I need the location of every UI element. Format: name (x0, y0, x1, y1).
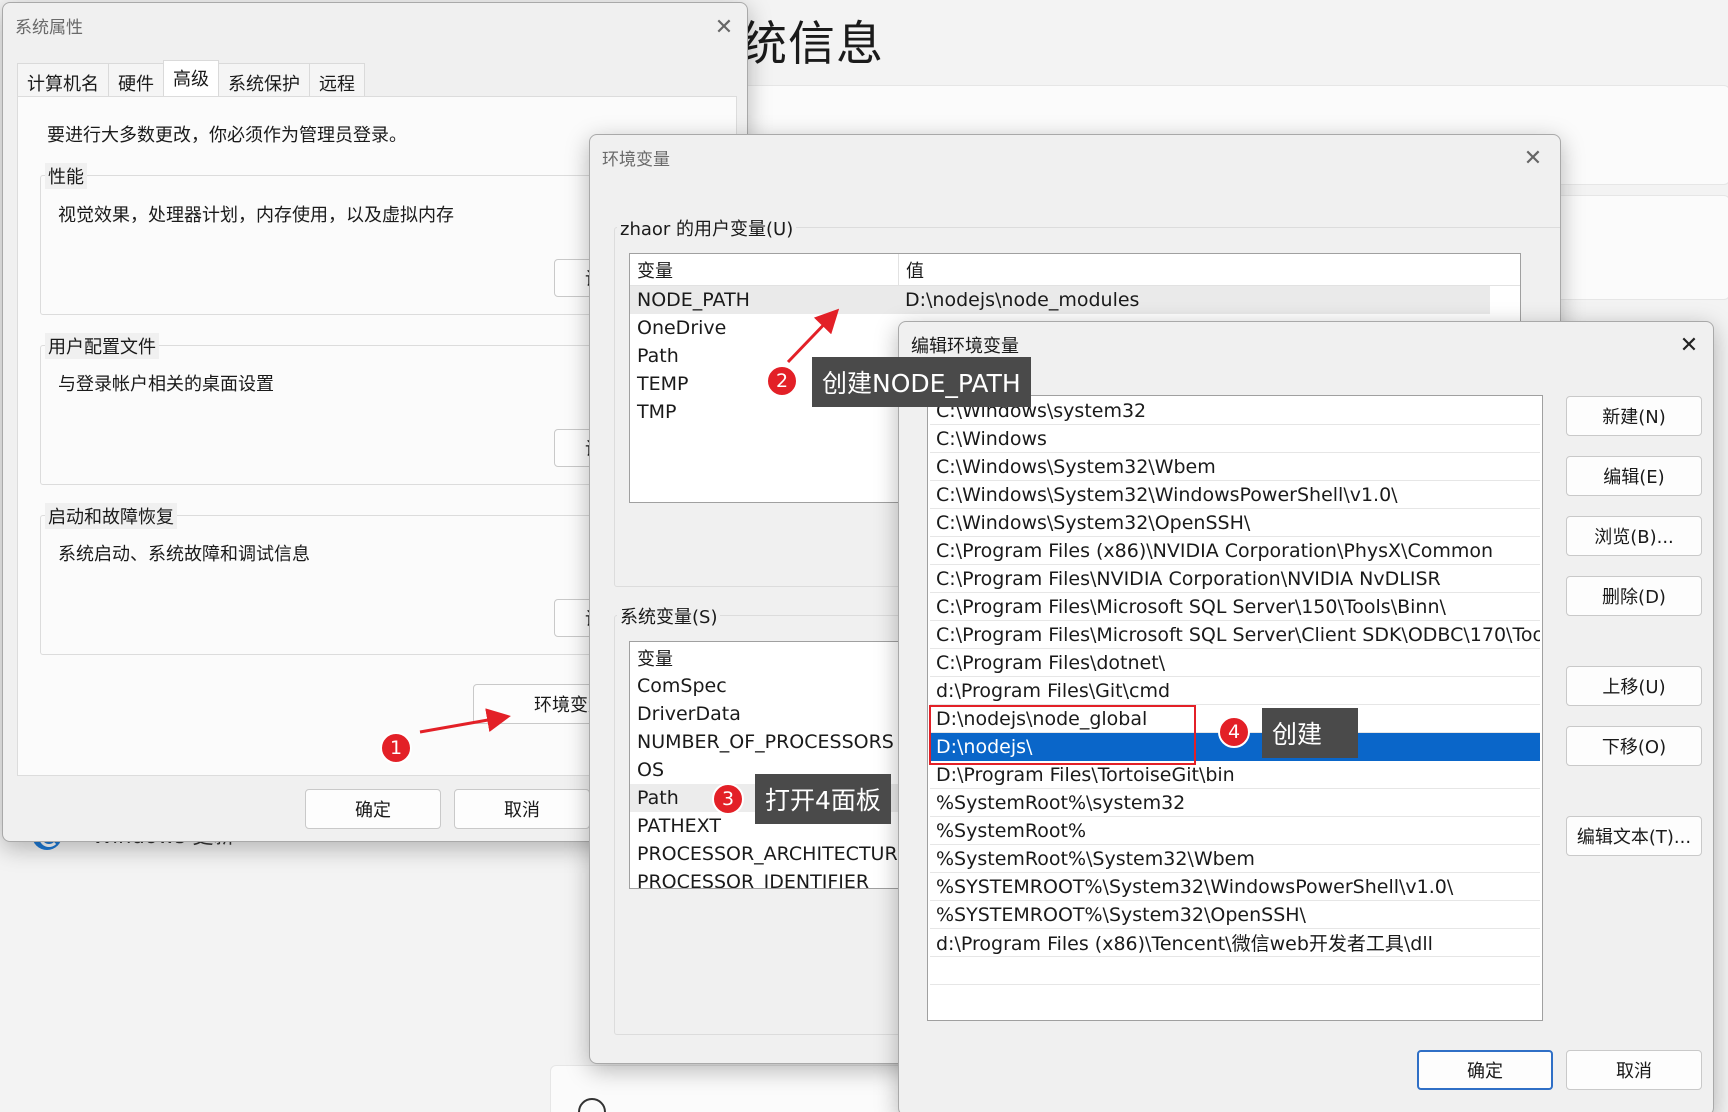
annotation-badge-1: 1 (380, 732, 412, 764)
cancel-button[interactable]: 取消 (454, 789, 590, 829)
table-row[interactable]: NUMBER_OF_PROCESSORS (630, 728, 894, 756)
list-item[interactable]: %SYSTEMROOT%\System32\OpenSSH\ (930, 901, 1540, 929)
var-value: D:\nodejs\node_modules (905, 289, 1140, 311)
list-item[interactable]: D:\Program Files\TortoiseGit\bin (930, 761, 1540, 789)
table-row[interactable]: PROCESSOR_ARCHITECTURE (630, 840, 910, 868)
annotation-label-4: 创建 (1262, 708, 1358, 758)
list-item[interactable]: C:\Program Files\Microsoft SQL Server\Cl… (930, 621, 1540, 649)
var-name: DriverData (637, 703, 741, 725)
edit-button[interactable]: 编辑(E) (1566, 456, 1702, 496)
dialog-title: 编辑环境变量 (911, 336, 1019, 357)
list-item-empty[interactable] (930, 957, 1540, 985)
close-button[interactable]: ✕ (1518, 143, 1548, 173)
table-row[interactable]: OneDrive (630, 314, 898, 342)
cancel-button[interactable]: 取消 (1566, 1050, 1702, 1090)
delete-button[interactable]: 删除(D) (1566, 576, 1702, 616)
tab-computer-name[interactable]: 计算机名 (17, 63, 109, 97)
group-label: 性能 (45, 163, 87, 189)
tab-advanced[interactable]: 高级 (163, 60, 219, 97)
list-item[interactable]: C:\Windows\System32\WindowsPowerShell\v1… (930, 481, 1540, 509)
settings-card (550, 1065, 950, 1112)
var-name: OS (637, 759, 665, 781)
annotation-label-3: 打开4面板 (755, 774, 891, 824)
list-item[interactable]: C:\Program Files\NVIDIA Corporation\NVID… (930, 565, 1540, 593)
list-item[interactable]: C:\Program Files\dotnet\ (930, 649, 1540, 677)
var-name: PATHEXT (637, 815, 721, 837)
move-up-button[interactable]: 上移(U) (1566, 666, 1702, 706)
annotation-badge-3: 3 (712, 783, 744, 815)
list-item[interactable]: d:\Program Files (x86)\Tencent\微信web开发者工… (930, 929, 1540, 957)
highlight-box (929, 705, 1196, 765)
list-item[interactable]: C:\Windows (930, 425, 1540, 453)
admin-note: 要进行大多数更改，你必须作为管理员登录。 (47, 125, 407, 146)
column-header-name: 变量 (637, 649, 673, 670)
group-description: 与登录帐户相关的桌面设置 (58, 374, 274, 395)
table-row[interactable]: NODE_PATH D:\nodejs\node_modules (630, 286, 1490, 314)
column-header-value: 值 (898, 254, 924, 286)
close-button[interactable]: ✕ (1674, 330, 1704, 360)
table-row[interactable]: DriverData (630, 700, 741, 728)
annotation-badge-2: 2 (766, 365, 798, 397)
browse-button[interactable]: 浏览(B)... (1566, 516, 1702, 556)
dialog-title: 系统属性 (15, 18, 83, 38)
var-name: PROCESSOR_IDENTIFIER (637, 871, 870, 889)
tab-system-protection[interactable]: 系统保护 (218, 63, 310, 97)
group-label: 用户配置文件 (45, 333, 159, 359)
list-item[interactable]: %SystemRoot%\system32 (930, 789, 1540, 817)
tab-hardware[interactable]: 硬件 (108, 63, 164, 97)
group-description: 系统启动、系统故障和调试信息 (58, 544, 310, 565)
var-name: NODE_PATH (637, 289, 750, 311)
var-name: Path (637, 787, 679, 809)
list-item[interactable]: %SYSTEMROOT%\System32\WindowsPowerShell\… (930, 873, 1540, 901)
list-item[interactable]: %SystemRoot%\System32\Wbem (930, 845, 1540, 873)
tab-remote[interactable]: 远程 (309, 63, 365, 97)
group-label: 系统变量(S) (617, 603, 721, 629)
list-header: 变量 值 (630, 254, 1520, 286)
table-row[interactable]: ComSpec (630, 672, 727, 700)
table-row[interactable]: PROCESSOR_IDENTIFIER (630, 868, 870, 889)
list-item[interactable]: C:\Program Files (x86)\NVIDIA Corporatio… (930, 537, 1540, 565)
group-label: zhaor 的用户变量(U) (617, 215, 797, 241)
tab-bar: 计算机名 硬件 高级 系统保护 远程 (17, 60, 365, 97)
var-name: OneDrive (637, 317, 727, 339)
ok-button[interactable]: 确定 (305, 789, 441, 829)
var-name: PROCESSOR_ARCHITECTURE (637, 843, 910, 865)
move-down-button[interactable]: 下移(O) (1566, 726, 1702, 766)
var-name: NUMBER_OF_PROCESSORS (637, 731, 894, 753)
ok-button[interactable]: 确定 (1417, 1050, 1553, 1090)
page-title: 统信息 (740, 17, 884, 72)
list-item[interactable]: %SystemRoot% (930, 817, 1540, 845)
var-name: ComSpec (637, 675, 727, 697)
group-description: 视觉效果，处理器计划，内存使用，以及虚拟内存 (58, 205, 454, 226)
column-header-name: 变量 (637, 260, 673, 282)
group-label: 启动和故障恢复 (45, 503, 177, 529)
annotation-label-2: 创建NODE_PATH (812, 357, 1031, 407)
list-item[interactable]: C:\Windows\System32\OpenSSH\ (930, 509, 1540, 537)
list-item[interactable]: C:\Windows\System32\Wbem (930, 453, 1540, 481)
list-item[interactable]: C:\Program Files\Microsoft SQL Server\15… (930, 593, 1540, 621)
dialog-title: 环境变量 (602, 150, 670, 170)
close-button[interactable]: ✕ (709, 12, 739, 42)
table-row[interactable]: OS (630, 756, 664, 784)
annotation-badge-4: 4 (1218, 716, 1250, 748)
list-item[interactable]: d:\Program Files\Git\cmd (930, 677, 1540, 705)
new-button[interactable]: 新建(N) (1566, 396, 1702, 436)
edit-text-button[interactable]: 编辑文本(T)... (1566, 816, 1702, 856)
table-row[interactable]: PATHEXT (630, 812, 721, 840)
